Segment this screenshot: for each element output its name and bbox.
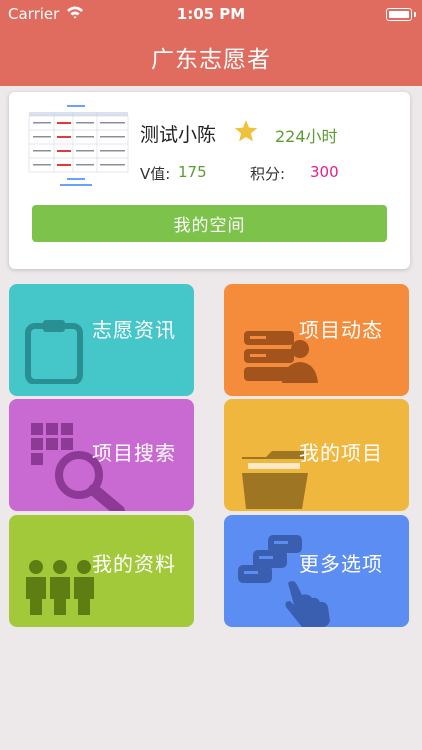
user-name: 测试小陈 xyxy=(140,124,217,146)
people-icon xyxy=(26,560,94,615)
battery-icon xyxy=(386,8,416,21)
star-icon xyxy=(234,120,258,142)
tile-more-options[interactable]: 更多选项 xyxy=(224,515,409,627)
tile-label: 项目动态 xyxy=(299,318,383,342)
clipboard-icon xyxy=(25,320,83,384)
tile-label: 志愿资讯 xyxy=(92,318,176,342)
v-value-label: V值: xyxy=(140,165,171,183)
tile-project-dynamics[interactable]: 项目动态 xyxy=(224,284,409,396)
tile-label: 我的项目 xyxy=(299,441,383,465)
tile-my-projects[interactable]: 我的项目 xyxy=(224,399,409,511)
volunteer-hours: 224小时 xyxy=(275,127,338,146)
status-bar: Carrier 1:05 PM xyxy=(0,0,422,30)
profile-thumbnail xyxy=(27,102,130,194)
tile-label: 项目搜索 xyxy=(92,441,176,465)
tile-label: 更多选项 xyxy=(299,552,383,576)
v-value: 175 xyxy=(178,163,207,181)
tile-volunteer-news[interactable]: 志愿资讯 xyxy=(9,284,194,396)
tile-my-profile[interactable]: 我的资料 xyxy=(9,515,194,627)
app-header: Carrier 1:05 PM 广东志愿者 xyxy=(0,0,422,86)
my-space-button[interactable]: 我的空间 xyxy=(32,205,387,242)
profile-card: 测试小陈 224小时 V值: 175 积分: 300 我的空间 xyxy=(9,92,410,269)
status-time: 1:05 PM xyxy=(176,5,246,23)
points-label: 积分: xyxy=(250,165,286,183)
page-title: 广东志愿者 xyxy=(151,47,271,73)
tile-project-search[interactable]: 项目搜索 xyxy=(9,399,194,511)
tile-label: 我的资料 xyxy=(92,552,176,576)
points-value: 300 xyxy=(310,163,339,181)
